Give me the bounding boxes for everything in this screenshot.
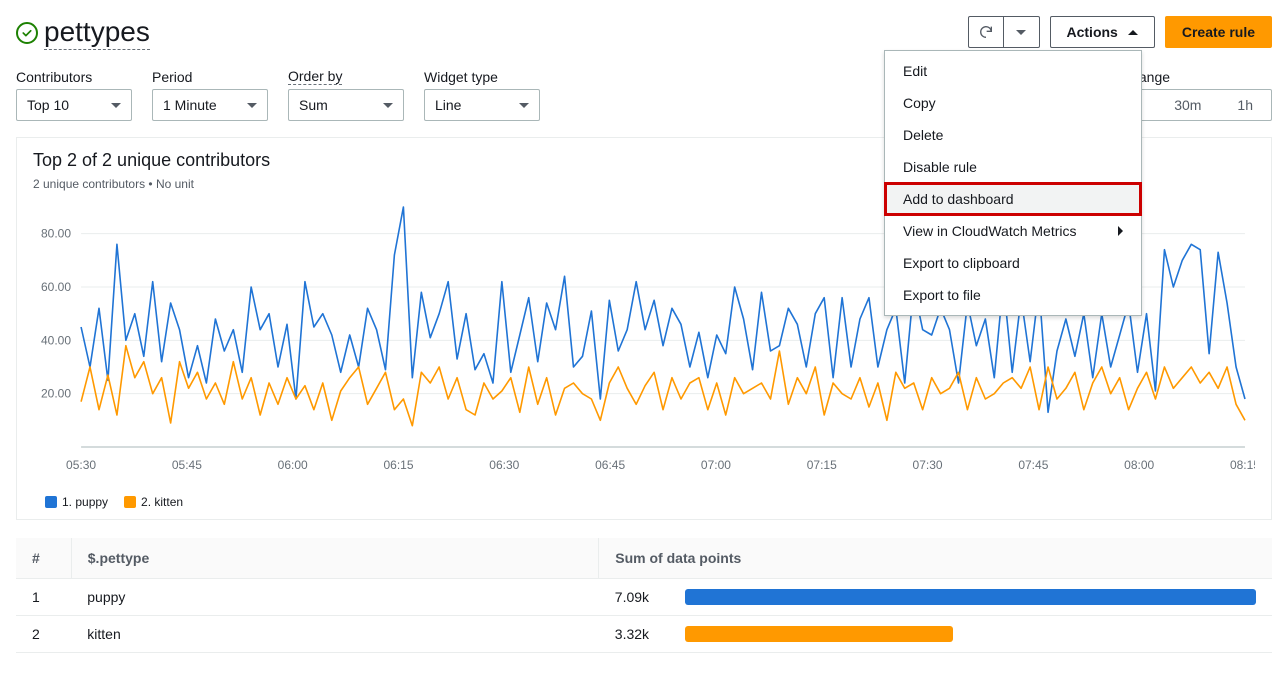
svg-text:08:00: 08:00 — [1124, 458, 1154, 472]
svg-text:05:45: 05:45 — [172, 458, 202, 472]
col-sum[interactable]: Sum of data points — [599, 538, 1272, 579]
cell-rank: 1 — [16, 579, 71, 616]
svg-text:05:30: 05:30 — [66, 458, 96, 472]
cell-sum: 3.32k — [599, 616, 669, 653]
legend-item-2[interactable]: 2. kitten — [124, 495, 183, 509]
widget-type-value: Line — [435, 97, 461, 113]
chevron-down-icon — [1016, 30, 1026, 35]
order-by-value: Sum — [299, 97, 328, 113]
chevron-down-icon — [247, 103, 257, 108]
create-rule-button[interactable]: Create rule — [1165, 16, 1272, 48]
table-row[interactable]: 2kitten3.32k — [16, 616, 1272, 653]
col-index[interactable]: # — [16, 538, 71, 579]
legend-swatch-2 — [124, 496, 136, 508]
widget-type-select[interactable]: Line — [424, 89, 540, 121]
svg-text:07:45: 07:45 — [1018, 458, 1048, 472]
cell-bar — [669, 616, 1272, 653]
table-header-row: # $.pettype Sum of data points — [16, 538, 1272, 579]
menu-view-metrics-label: View in CloudWatch Metrics — [903, 223, 1077, 239]
chevron-down-icon — [519, 103, 529, 108]
legend-swatch-1 — [45, 496, 57, 508]
svg-text:08:15: 08:15 — [1230, 458, 1255, 472]
menu-delete[interactable]: Delete — [885, 119, 1141, 151]
legend-label-2: 2. kitten — [141, 495, 183, 509]
chevron-down-icon — [383, 103, 393, 108]
chevron-up-icon — [1128, 30, 1138, 35]
svg-text:06:45: 06:45 — [595, 458, 625, 472]
svg-text:60.00: 60.00 — [41, 280, 71, 294]
chevron-down-icon — [111, 103, 121, 108]
svg-text:06:30: 06:30 — [489, 458, 519, 472]
refresh-options-button[interactable] — [1004, 16, 1040, 48]
actions-label: Actions — [1067, 24, 1118, 40]
col-pettype[interactable]: $.pettype — [71, 538, 599, 579]
cell-key: kitten — [71, 616, 599, 653]
rule-ok-icon — [16, 22, 38, 44]
contributors-select[interactable]: Top 10 — [16, 89, 132, 121]
svg-text:40.00: 40.00 — [41, 333, 71, 347]
order-by-label: Order by — [288, 68, 342, 85]
period-value: 1 Minute — [163, 97, 217, 113]
menu-disable-rule[interactable]: Disable rule — [885, 151, 1141, 183]
menu-view-metrics[interactable]: View in CloudWatch Metrics — [885, 215, 1141, 247]
svg-text:20.00: 20.00 — [41, 387, 71, 401]
contributors-table: # $.pettype Sum of data points 1puppy7.0… — [16, 538, 1272, 653]
contributors-value: Top 10 — [27, 97, 69, 113]
svg-text:07:30: 07:30 — [913, 458, 943, 472]
period-select[interactable]: 1 Minute — [152, 89, 268, 121]
actions-dropdown: Edit Copy Delete Disable rule Add to das… — [884, 50, 1142, 316]
time-tab-30m[interactable]: 30m — [1156, 90, 1219, 120]
menu-add-to-dashboard[interactable]: Add to dashboard — [885, 183, 1141, 215]
svg-text:06:15: 06:15 — [383, 458, 413, 472]
cell-bar — [669, 579, 1272, 616]
menu-edit[interactable]: Edit — [885, 55, 1141, 87]
menu-export-file[interactable]: Export to file — [885, 279, 1141, 311]
menu-copy[interactable]: Copy — [885, 87, 1141, 119]
menu-export-clipboard[interactable]: Export to clipboard — [885, 247, 1141, 279]
page-title: pettypes — [44, 16, 150, 50]
refresh-button-group — [968, 16, 1040, 48]
period-label: Period — [152, 69, 268, 85]
actions-button[interactable]: Actions — [1050, 16, 1155, 48]
contributors-label: Contributors — [16, 69, 132, 85]
svg-text:06:00: 06:00 — [278, 458, 308, 472]
cell-sum: 7.09k — [599, 579, 669, 616]
chevron-right-icon — [1118, 226, 1123, 236]
svg-text:07:00: 07:00 — [701, 458, 731, 472]
svg-text:80.00: 80.00 — [41, 227, 71, 241]
time-tab-1h[interactable]: 1h — [1219, 90, 1271, 120]
table-row[interactable]: 1puppy7.09k — [16, 579, 1272, 616]
cell-rank: 2 — [16, 616, 71, 653]
svg-text:07:15: 07:15 — [807, 458, 837, 472]
widget-type-label: Widget type — [424, 69, 540, 85]
cell-key: puppy — [71, 579, 599, 616]
legend-item-1[interactable]: 1. puppy — [45, 495, 108, 509]
legend-label-1: 1. puppy — [62, 495, 108, 509]
refresh-button[interactable] — [968, 16, 1004, 48]
order-by-select[interactable]: Sum — [288, 89, 404, 121]
